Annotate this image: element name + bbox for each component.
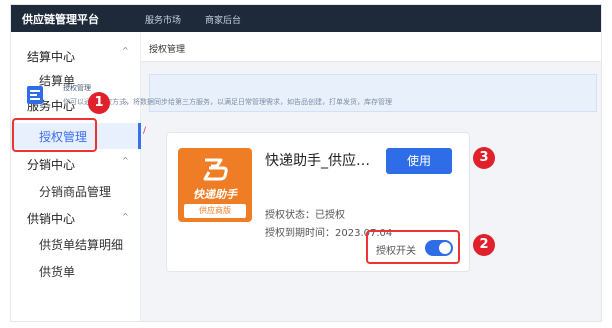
use-button[interactable]: 使用 [386,148,452,174]
platform-title: 供应链管理平台 [22,13,99,26]
auth-status-row: 授权状态：已授权 [265,206,345,221]
auth-status-value: 已授权 [315,210,345,221]
notice-title: 授权管理 [63,84,91,92]
nav-merchant-backend[interactable]: 商家后台 [205,13,241,26]
chevron-up-icon[interactable]: ^ [122,212,129,221]
chevron-up-icon[interactable]: ^ [122,156,129,165]
step-badge-3: 3 [473,147,495,169]
auth-status-label: 授权状态： [265,210,315,221]
sidebar-item-supply-order[interactable]: 供货单 [39,263,75,280]
app-name: 快递助手_供应… [265,153,370,169]
sidebar: 结算中心 ^ 结算单 服务中心 ^ 授权管理 分销中心 ^ 分销商品管理 供销中… [10,32,141,322]
logo-app-name: 快递助手 [193,188,237,201]
highlight-box-auth-switch [366,230,460,264]
top-navigation-bar: 供应链管理平台 服务市场 商家后台 [10,4,602,32]
page-title: 授权管理 [149,45,186,55]
sidebar-group-supply[interactable]: 供销中心 [27,210,75,227]
notice-description: 你可以通过授权方式，将数据同步给第三方服务，以满足日常管理需求，如告品创建，打单… [63,98,392,106]
sidebar-group-distribution[interactable]: 分销中心 [27,156,75,173]
app-logo: 快递助手 供应商版 [178,148,252,222]
highlight-box-authorization-menu [12,118,97,152]
sidebar-item-supply-settlement-detail[interactable]: 供货单结算明细 [39,236,123,253]
sidebar-item-distribution-goods[interactable]: 分销商品管理 [39,183,111,200]
express-logo-icon [203,158,228,181]
sidebar-group-settlement[interactable]: 结算中心 [27,48,75,65]
auth-expire-label: 授权到期时间： [265,228,335,239]
marker-tick: / [143,126,147,136]
step-badge-1: 1 [88,92,110,114]
nav-service-market[interactable]: 服务市场 [145,13,181,26]
page-header: 授权管理 [141,32,602,62]
logo-edition-tag: 供应商版 [184,204,246,218]
document-icon [27,86,43,104]
chevron-up-icon[interactable]: ^ [122,46,129,55]
step-badge-2: 2 [473,234,495,256]
